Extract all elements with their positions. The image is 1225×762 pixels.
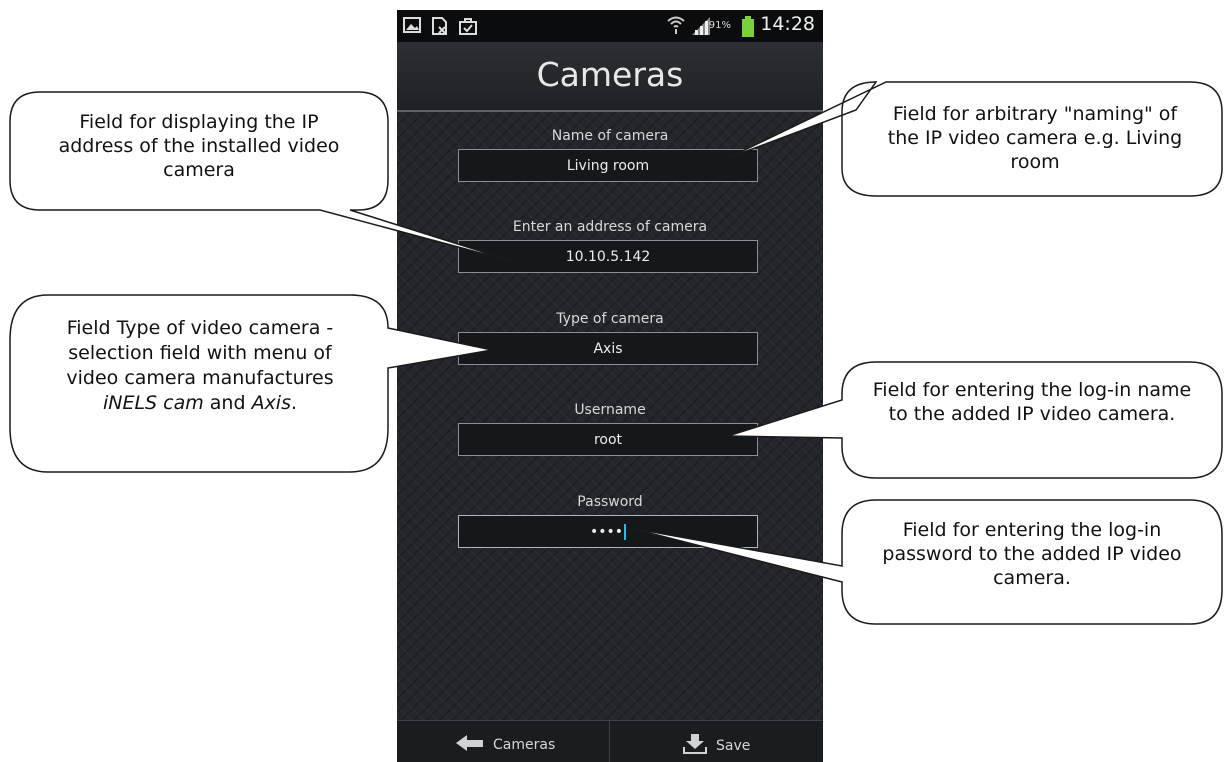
ip-address-callout-text: Field for displaying the IP address of t… <box>58 111 340 181</box>
period-text: . <box>290 392 298 414</box>
password-callout-text: Field for entering the log-in password t… <box>882 519 1182 589</box>
inels-cam-text: iNELS cam <box>102 392 204 414</box>
axis-text: Axis <box>251 392 291 414</box>
camera-type-callout-line: selection field with menu of <box>68 342 332 364</box>
username-callout-text: Field for entering the log-in name to th… <box>872 379 1192 425</box>
camera-type-callout-line: iNELS cam and Axis. <box>24 391 376 416</box>
camera-type-callout-text: Field Type of video camera - selection f… <box>24 316 376 416</box>
camera-type-callout-line: video camera manufactures <box>66 367 334 389</box>
naming-callout-text: Field for arbitrary "naming" of the IP v… <box>887 103 1183 173</box>
camera-type-callout-line: Field Type of video camera - <box>66 317 334 339</box>
and-text: and <box>203 392 252 414</box>
